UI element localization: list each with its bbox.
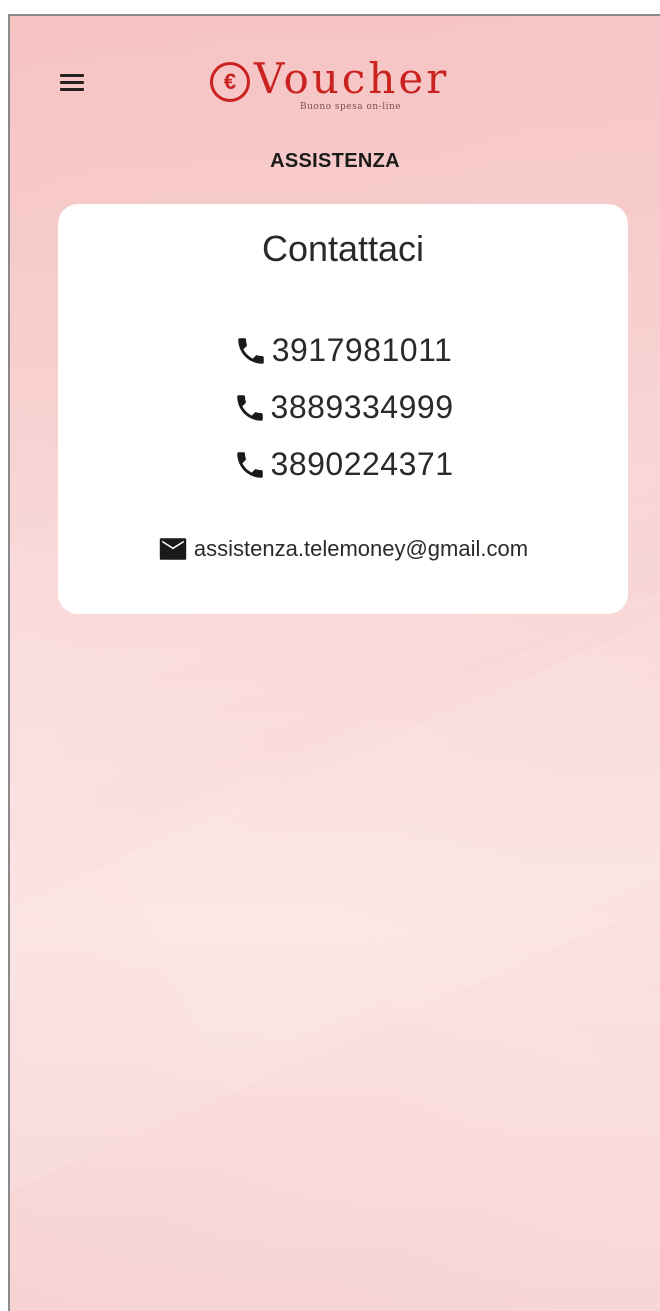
- phone-list: 3917981011 3889334999 3890224371: [58, 322, 628, 493]
- mail-icon: [159, 538, 187, 560]
- phone-screen-frame: € Voucher Buono spesa on-line ASSISTENZA…: [8, 14, 660, 1311]
- logo-tagline: Buono spesa on-line: [300, 102, 402, 112]
- app-screen: € Voucher Buono spesa on-line ASSISTENZA…: [10, 16, 660, 1311]
- page-title: ASSISTENZA: [270, 150, 400, 172]
- app-logo: € Voucher Buono spesa on-line: [210, 56, 470, 130]
- phone-icon: [236, 394, 263, 421]
- email-link[interactable]: assistenza.telemoney@gmail.com: [58, 536, 628, 562]
- hamburger-menu-icon[interactable]: [56, 68, 90, 96]
- phone-number: 3889334999: [270, 389, 454, 425]
- contact-card-title: Contattaci: [261, 228, 425, 269]
- contact-card: Contattaci 3917981011 3889334999 3890224…: [58, 204, 628, 614]
- menu-bar: [60, 81, 84, 84]
- phone-number: 3890224371: [270, 446, 454, 482]
- menu-bar: [60, 88, 84, 91]
- phone-icon: [237, 337, 264, 364]
- phone-link[interactable]: 3890224371: [58, 436, 628, 493]
- phone-link[interactable]: 3917981011: [58, 322, 628, 379]
- logo-wordmark: Voucher: [254, 54, 450, 103]
- phone-number: 3917981011: [271, 332, 453, 368]
- euro-coin-icon: €: [210, 62, 250, 102]
- phone-icon: [236, 451, 263, 478]
- phone-link[interactable]: 3889334999: [58, 379, 628, 436]
- menu-bar: [60, 74, 84, 77]
- email-address: assistenza.telemoney@gmail.com: [193, 536, 529, 561]
